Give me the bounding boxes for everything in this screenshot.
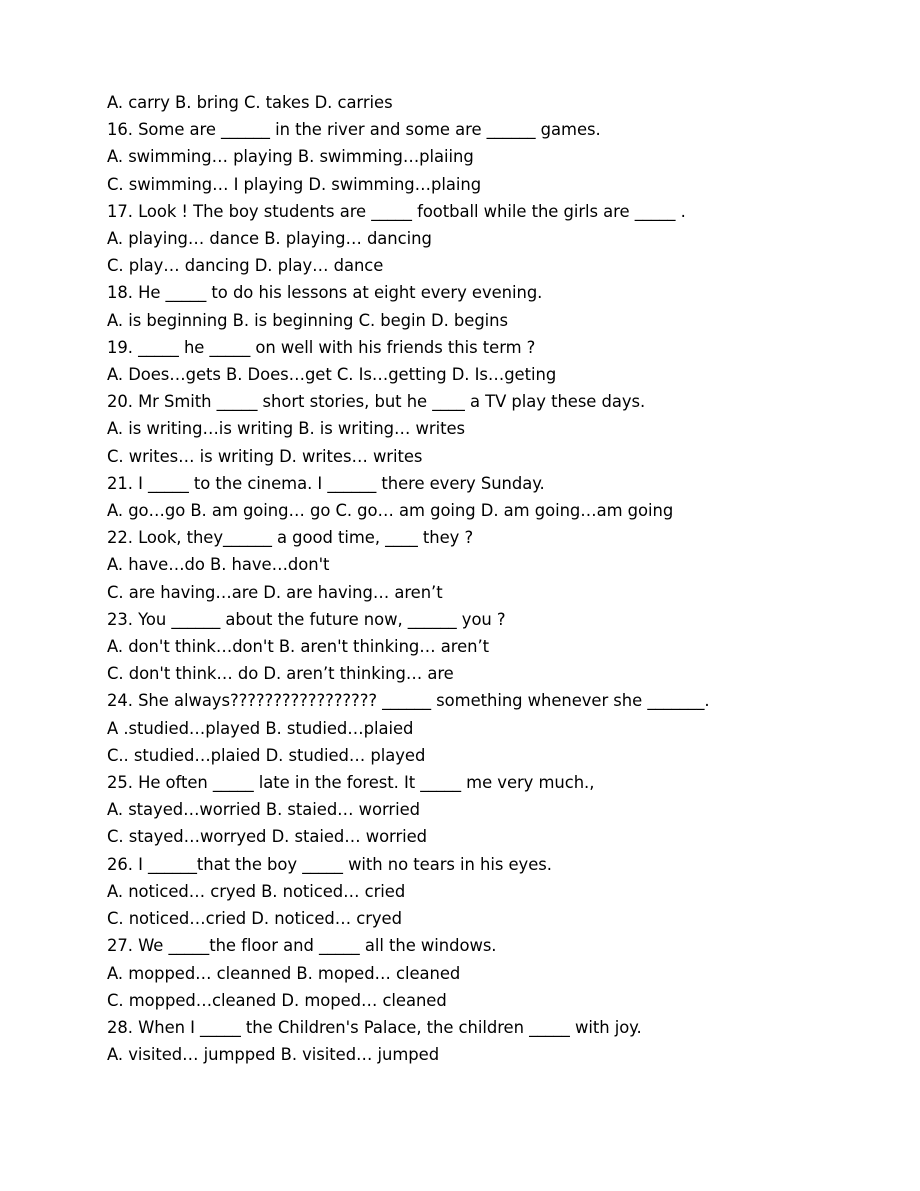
worksheet-line: A .studied…played B. studied…plaied [107, 718, 414, 738]
worksheet-line: A. have…do B. have…don't [107, 555, 330, 575]
worksheet-line: A. is beginning B. is beginning C. begin… [107, 310, 508, 330]
worksheet-line: 28. When I _____ the Children's Palace, … [107, 1017, 642, 1037]
worksheet-line: C. play… dancing D. play… dance [107, 256, 384, 276]
worksheet-line: A. carry B. bring C. takes D. carries [107, 93, 393, 112]
worksheet-line: A. go…go B. am going… go C. go… am going… [107, 501, 674, 521]
worksheet-line: C.. studied…plaied D. studied… played [107, 745, 426, 765]
worksheet-line: A. noticed… cryed B. noticed… cried [107, 881, 406, 901]
worksheet-line: 18. He _____ to do his lessons at eight … [107, 283, 543, 303]
worksheet-line: A. don't think…don't B. aren't thinking…… [107, 637, 489, 657]
worksheet-line: A. playing… dance B. playing… dancing [107, 229, 432, 249]
worksheet-line: 23. You ______ about the future now, ___… [107, 609, 506, 629]
worksheet-line: A. stayed…worried B. staied… worried [107, 800, 420, 820]
worksheet-line: A. swimming… playing B. swimming…plaiing [107, 147, 474, 167]
worksheet-line: 22. Look, they______ a good time, ____ t… [107, 528, 474, 548]
worksheet-line: C. don't think… do D. aren’t thinking… a… [107, 664, 454, 684]
worksheet-line: C. mopped…cleaned D. moped… cleaned [107, 990, 447, 1010]
worksheet-line: 21. I _____ to the cinema. I ______ ther… [107, 473, 545, 493]
worksheet-line: A. Does…gets B. Does…get C. Is…getting D… [107, 365, 557, 385]
worksheet-line: A. mopped… cleanned B. moped… cleaned [107, 963, 461, 983]
worksheet-text-block: A. carry B. bring C. takes D. carries 16.… [107, 89, 860, 1068]
worksheet-line: 24. She always????????????????? ______ s… [107, 691, 710, 711]
worksheet-line: 19. _____ he _____ on well with his frie… [107, 337, 536, 357]
worksheet-line: 27. We _____the floor and _____ all the … [107, 936, 497, 956]
worksheet-line: C. are having…are D. are having… aren’t [107, 582, 443, 602]
document-page: A. carry B. bring C. takes D. carries 16.… [0, 0, 920, 1191]
worksheet-line: 20. Mr Smith _____ short stories, but he… [107, 392, 646, 412]
worksheet-line: C. swimming… I playing D. swimming…plain… [107, 174, 482, 194]
worksheet-line: 26. I ______that the boy _____ with no t… [107, 854, 552, 874]
worksheet-line: A. visited… jumpped B. visited… jumped [107, 1045, 440, 1065]
worksheet-line: 17. Look ! The boy students are _____ fo… [107, 201, 686, 221]
worksheet-line: A. is writing…is writing B. is writing… … [107, 419, 465, 439]
worksheet-line: C. stayed…worryed D. staied… worried [107, 827, 428, 847]
worksheet-line: C. noticed…cried D. noticed… cryed [107, 909, 402, 929]
worksheet-line: 25. He often _____ late in the forest. I… [107, 773, 595, 793]
worksheet-line: 16. Some are ______ in the river and som… [107, 120, 601, 140]
worksheet-line: C. writes… is writing D. writes… writes [107, 446, 423, 466]
